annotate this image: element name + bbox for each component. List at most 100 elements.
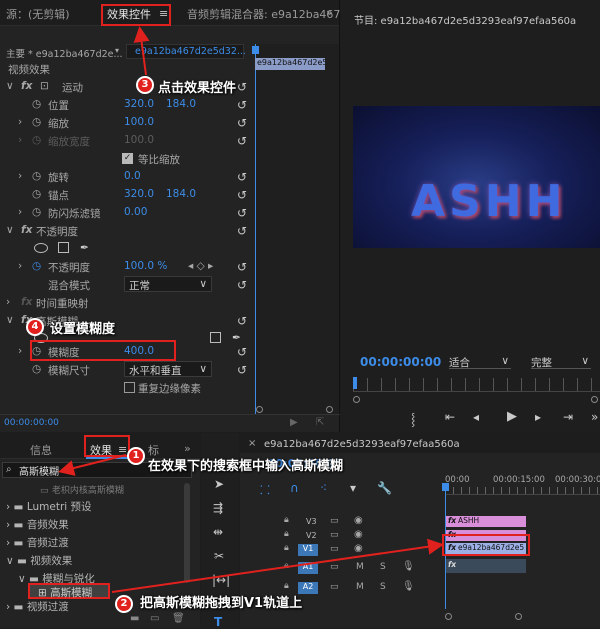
solo-button[interactable]: S — [380, 562, 386, 572]
reset-icon[interactable]: ↺ — [237, 260, 247, 274]
program-playhead[interactable] — [353, 377, 357, 389]
reset-icon[interactable]: ↺ — [237, 206, 247, 220]
rectangle-mask-icon[interactable] — [58, 242, 69, 253]
effects-scrollbar[interactable] — [184, 483, 190, 583]
ec-timecode[interactable]: 00:00:00:00 — [4, 418, 59, 428]
close-icon[interactable]: × — [248, 438, 256, 449]
mute-button[interactable]: M — [356, 582, 364, 592]
sync-lock-icon[interactable]: ▭ — [330, 544, 339, 554]
repeat-edge-checkbox[interactable] — [124, 382, 135, 393]
timeline-ruler[interactable]: 00:00 00:00:15:00 00:00:30:00 — [445, 471, 600, 495]
solo-button[interactable]: S — [380, 582, 386, 592]
timeline-playhead-handle[interactable] — [442, 483, 449, 491]
timeline-title[interactable]: e9a12ba467d2e5d3293eaf97efaa560a — [264, 439, 460, 450]
selection-tool-icon[interactable]: ➤ — [214, 477, 224, 491]
ec-clip-bar[interactable]: e9a12ba467d2e5d — [255, 58, 325, 70]
overflow-icon[interactable]: » — [591, 410, 598, 424]
stopwatch-icon[interactable]: ◷ — [32, 188, 41, 200]
mute-button[interactable]: M — [356, 562, 364, 572]
tab-overflow[interactable]: » — [184, 442, 191, 455]
stopwatch-icon[interactable]: ◷ — [32, 98, 41, 110]
chevron-down-icon[interactable]: ∨ — [6, 314, 14, 326]
step-back-icon[interactable]: ◂ — [473, 410, 479, 424]
eye-icon[interactable]: ◉ — [354, 515, 363, 526]
tab-overflow[interactable]: » — [326, 6, 333, 19]
tree-item-gaussian-blur[interactable]: ⊞ 高斯模糊 — [28, 583, 110, 599]
sync-lock-icon[interactable]: ▭ — [330, 582, 339, 592]
stopwatch-icon[interactable]: ◷ — [32, 363, 41, 375]
reset-icon[interactable]: ↺ — [237, 80, 247, 94]
program-scrollbar[interactable] — [353, 396, 600, 403]
opacity-value[interactable]: 100.0 % — [124, 260, 167, 272]
blend-mode-dropdown[interactable]: 正常 ∨ — [124, 276, 212, 292]
clip-v3-ashh[interactable]: fx ASHH — [446, 516, 526, 527]
clip-selector[interactable]: ▾ e9a12ba467d2e5d32... — [115, 44, 246, 59]
track-label-v1[interactable]: V1 — [298, 544, 318, 556]
ec-playhead-handle[interactable] — [252, 46, 259, 54]
play-icon[interactable]: ▶ — [507, 409, 517, 424]
track-select-icon[interactable]: ⇶ — [213, 501, 223, 515]
reset-icon[interactable]: ↺ — [237, 363, 247, 377]
blur-dimension-dropdown[interactable]: 水平和垂直 ∨ — [124, 361, 212, 377]
anti-flicker-value[interactable]: 0.00 — [124, 206, 147, 218]
anchor-x-value[interactable]: 320.0 — [124, 188, 154, 200]
microphone-icon[interactable]: 🎙︎ — [402, 581, 415, 592]
reset-icon[interactable]: ↺ — [237, 224, 247, 238]
slip-tool-icon[interactable]: |↔| — [212, 573, 230, 587]
fit-dropdown[interactable]: 适合 ∨ — [449, 355, 511, 369]
marker-icon[interactable]: ▾ — [350, 481, 356, 495]
export-icon[interactable]: ⇱ — [316, 417, 324, 428]
tree-item-video-transitions[interactable]: › ▬ 视频过渡 — [6, 599, 69, 617]
scroll-handle-left[interactable] — [256, 406, 263, 413]
anchor-y-value[interactable]: 184.0 — [166, 188, 196, 200]
wrench-icon[interactable]: 🔧 — [377, 481, 392, 495]
reset-icon[interactable]: ↺ — [237, 188, 247, 202]
rotation-value[interactable]: 0.0 — [124, 170, 141, 182]
snap-icon[interactable]: ⸬ — [260, 481, 270, 498]
scroll-handle-right[interactable] — [515, 613, 522, 620]
reset-icon[interactable]: ↺ — [237, 134, 247, 148]
microphone-icon[interactable]: 🎙︎ — [402, 561, 415, 572]
chevron-down-icon[interactable]: ∨ — [6, 224, 14, 236]
sync-lock-icon[interactable]: ▭ — [330, 530, 339, 540]
lock-icon[interactable]: 🔒︎ — [284, 529, 289, 539]
reset-icon[interactable]: ↺ — [237, 314, 247, 328]
reset-icon[interactable]: ↺ — [237, 170, 247, 184]
stopwatch-icon[interactable]: ◷ — [32, 206, 41, 218]
ec-playhead[interactable] — [255, 44, 256, 414]
new-folder-icon[interactable]: ▬ — [130, 613, 139, 624]
position-y-value[interactable]: 184.0 — [166, 98, 196, 110]
tab-info[interactable]: 信息 — [30, 442, 52, 458]
linked-selection-icon[interactable]: ⁖ — [320, 481, 327, 495]
track-label-a1[interactable]: A1 — [298, 562, 318, 574]
sync-lock-icon[interactable]: ▭ — [330, 562, 339, 572]
ec-horizontal-scrollbar[interactable] — [256, 406, 334, 413]
tree-item-audio-effects[interactable]: › ▬ 音频效果 — [6, 517, 69, 535]
tree-item-lumetri[interactable]: › ▬ Lumetri 预设 — [6, 499, 92, 517]
fx-icon[interactable]: fx — [21, 224, 32, 236]
reset-icon[interactable]: ↺ — [237, 345, 247, 359]
go-to-out-icon[interactable]: ⇥ — [563, 410, 573, 424]
reset-icon[interactable]: ↺ — [237, 116, 247, 130]
track-label-v3[interactable]: V3 — [306, 517, 317, 526]
effect-time-remap[interactable]: › fx 时间重映射 — [0, 294, 255, 312]
tree-item-video-effects[interactable]: ∨ ▬ 视频效果 — [6, 553, 72, 571]
filter-icon[interactable]: ▶ — [290, 417, 298, 428]
uniform-scale-checkbox[interactable]: ✓ — [122, 153, 133, 164]
type-tool-icon[interactable]: T — [214, 615, 222, 629]
rectangle-mask-icon[interactable] — [210, 332, 221, 343]
chevron-down-icon[interactable]: ∨ — [6, 80, 14, 92]
ellipse-mask-icon[interactable] — [34, 243, 48, 253]
scale-value[interactable]: 100.0 — [124, 116, 154, 128]
pen-mask-icon[interactable]: ✒ — [80, 242, 89, 254]
reset-icon[interactable]: ↺ — [237, 98, 247, 112]
track-label-v2[interactable]: V2 — [306, 531, 317, 540]
scroll-handle-left[interactable] — [353, 396, 360, 403]
scroll-handle-right[interactable] — [326, 406, 333, 413]
stopwatch-icon[interactable]: ◷ — [32, 260, 41, 272]
program-preview[interactable]: ASHH — [353, 106, 600, 248]
reset-icon[interactable]: ↺ — [237, 278, 247, 292]
position-x-value[interactable]: 320.0 — [124, 98, 154, 110]
eye-icon[interactable]: ◉ — [354, 529, 363, 540]
magnet-icon[interactable]: ∩ — [290, 481, 299, 495]
